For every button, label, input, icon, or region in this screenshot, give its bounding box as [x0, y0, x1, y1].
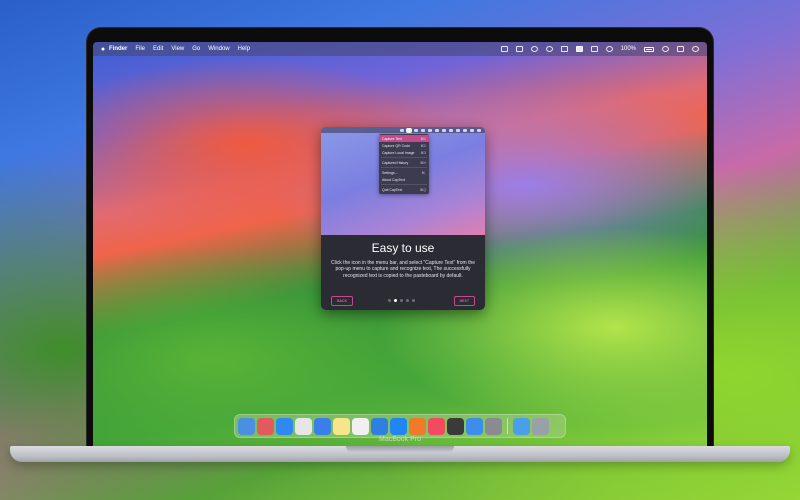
menu-app-name[interactable]: Finder: [109, 46, 127, 52]
preview-menubar-icon: [414, 128, 418, 132]
battery-percent: 100%: [620, 46, 636, 52]
popup-item-history[interactable]: Captured History ⌘H: [379, 159, 429, 166]
calculator-icon[interactable]: [447, 417, 464, 435]
popup-item-settings[interactable]: Settings... ⌘,: [379, 169, 429, 176]
menu-extras: 100%: [500, 46, 707, 52]
books-icon[interactable]: [409, 417, 426, 435]
screen-capture-icon[interactable]: [466, 417, 483, 435]
battery-icon[interactable]: [644, 46, 654, 52]
popup-item-capture-qr[interactable]: Capture QR Code ⌘2: [379, 142, 429, 149]
app-store-icon[interactable]: [390, 417, 407, 435]
preview-menubar-icon: [463, 128, 467, 132]
preview-menubar: [321, 127, 485, 133]
mail-icon[interactable]: [314, 417, 331, 435]
popup-item-capture-text[interactable]: Capture Text ⌘1: [379, 135, 429, 142]
page-dot[interactable]: [388, 299, 391, 302]
next-button[interactable]: NEXT: [453, 296, 475, 306]
captext-icon[interactable]: [371, 417, 388, 435]
popup-separator: [381, 184, 427, 185]
menu-bar: ● Finder File Edit View Go Window Help 1…: [93, 42, 707, 56]
preview-menubar-icon: [421, 128, 425, 132]
finder-icon[interactable]: [238, 417, 255, 435]
launchpad-icon[interactable]: [257, 417, 274, 435]
page-dot[interactable]: [406, 299, 409, 302]
dock-separator: [507, 418, 508, 434]
page-dot[interactable]: [412, 299, 415, 302]
preview-menubar-icon: [435, 128, 439, 132]
download-icon[interactable]: [560, 46, 568, 52]
laptop-notch: [346, 446, 454, 452]
safari-icon[interactable]: [276, 417, 293, 435]
bluetooth-icon[interactable]: [575, 46, 583, 52]
system-settings-icon[interactable]: [485, 417, 502, 435]
preview-menubar-icon: [442, 128, 446, 132]
screen-icon[interactable]: [500, 46, 508, 52]
captext-menubar-icon[interactable]: [515, 46, 523, 52]
captext-popup-menu: Capture Text ⌘1 Capture QR Code ⌘2 Captu…: [379, 134, 429, 194]
laptop-model-label: MacBook Pro: [378, 436, 422, 443]
laptop-lid: ● Finder File Edit View Go Window Help 1…: [87, 28, 713, 450]
menu-help[interactable]: Help: [238, 46, 250, 52]
popup-item-quit[interactable]: Quit CapText ⌘Q: [379, 186, 429, 193]
page-indicator: [388, 299, 415, 302]
chrome-icon[interactable]: [295, 417, 312, 435]
page-dot-active[interactable]: [394, 299, 397, 302]
preview-menubar-icon: [428, 128, 432, 132]
keyboard-icon[interactable]: [590, 46, 598, 52]
menu-window[interactable]: Window: [208, 46, 229, 52]
menu-view[interactable]: View: [171, 46, 184, 52]
preview-image: Capture Text ⌘1 Capture QR Code ⌘2 Captu…: [321, 127, 485, 235]
record-icon[interactable]: [545, 46, 553, 52]
preview-captext-icon: [406, 127, 412, 133]
onboarding-title: Easy to use: [371, 241, 435, 255]
vpn-icon[interactable]: [530, 46, 538, 52]
preview-menubar-icon: [400, 128, 404, 132]
popup-item-about[interactable]: About CapText: [379, 176, 429, 183]
menu-edit[interactable]: Edit: [153, 46, 163, 52]
wifi-icon[interactable]: [605, 46, 613, 52]
music-icon[interactable]: [428, 417, 445, 435]
page-dot[interactable]: [400, 299, 403, 302]
desktop-screen: ● Finder File Edit View Go Window Help 1…: [93, 42, 707, 450]
menu-go[interactable]: Go: [192, 46, 200, 52]
photos-icon[interactable]: [352, 417, 369, 435]
dock: [234, 414, 566, 438]
control-center-icon[interactable]: [677, 46, 684, 52]
popup-separator: [381, 157, 427, 158]
preview-menubar-icon: [449, 128, 453, 132]
back-button[interactable]: BACK: [331, 296, 354, 306]
trash-icon[interactable]: [532, 417, 549, 435]
siri-icon[interactable]: [692, 46, 699, 52]
preview-menubar-icon: [456, 128, 460, 132]
downloads-folder-icon[interactable]: [513, 417, 530, 435]
menu-file[interactable]: File: [135, 46, 145, 52]
popup-item-capture-local-image[interactable]: Capture Local Image ⌘3: [379, 149, 429, 156]
onboarding-description: Click the icon in the menu bar, and sele…: [330, 260, 476, 279]
spotlight-icon[interactable]: [662, 46, 669, 52]
onboarding-window: Capture Text ⌘1 Capture QR Code ⌘2 Captu…: [321, 127, 485, 310]
apple-icon[interactable]: ●: [97, 46, 109, 53]
popup-separator: [381, 167, 427, 168]
preview-menubar-icon: [477, 128, 481, 132]
notes-icon[interactable]: [333, 417, 350, 435]
preview-menubar-icon: [470, 128, 474, 132]
